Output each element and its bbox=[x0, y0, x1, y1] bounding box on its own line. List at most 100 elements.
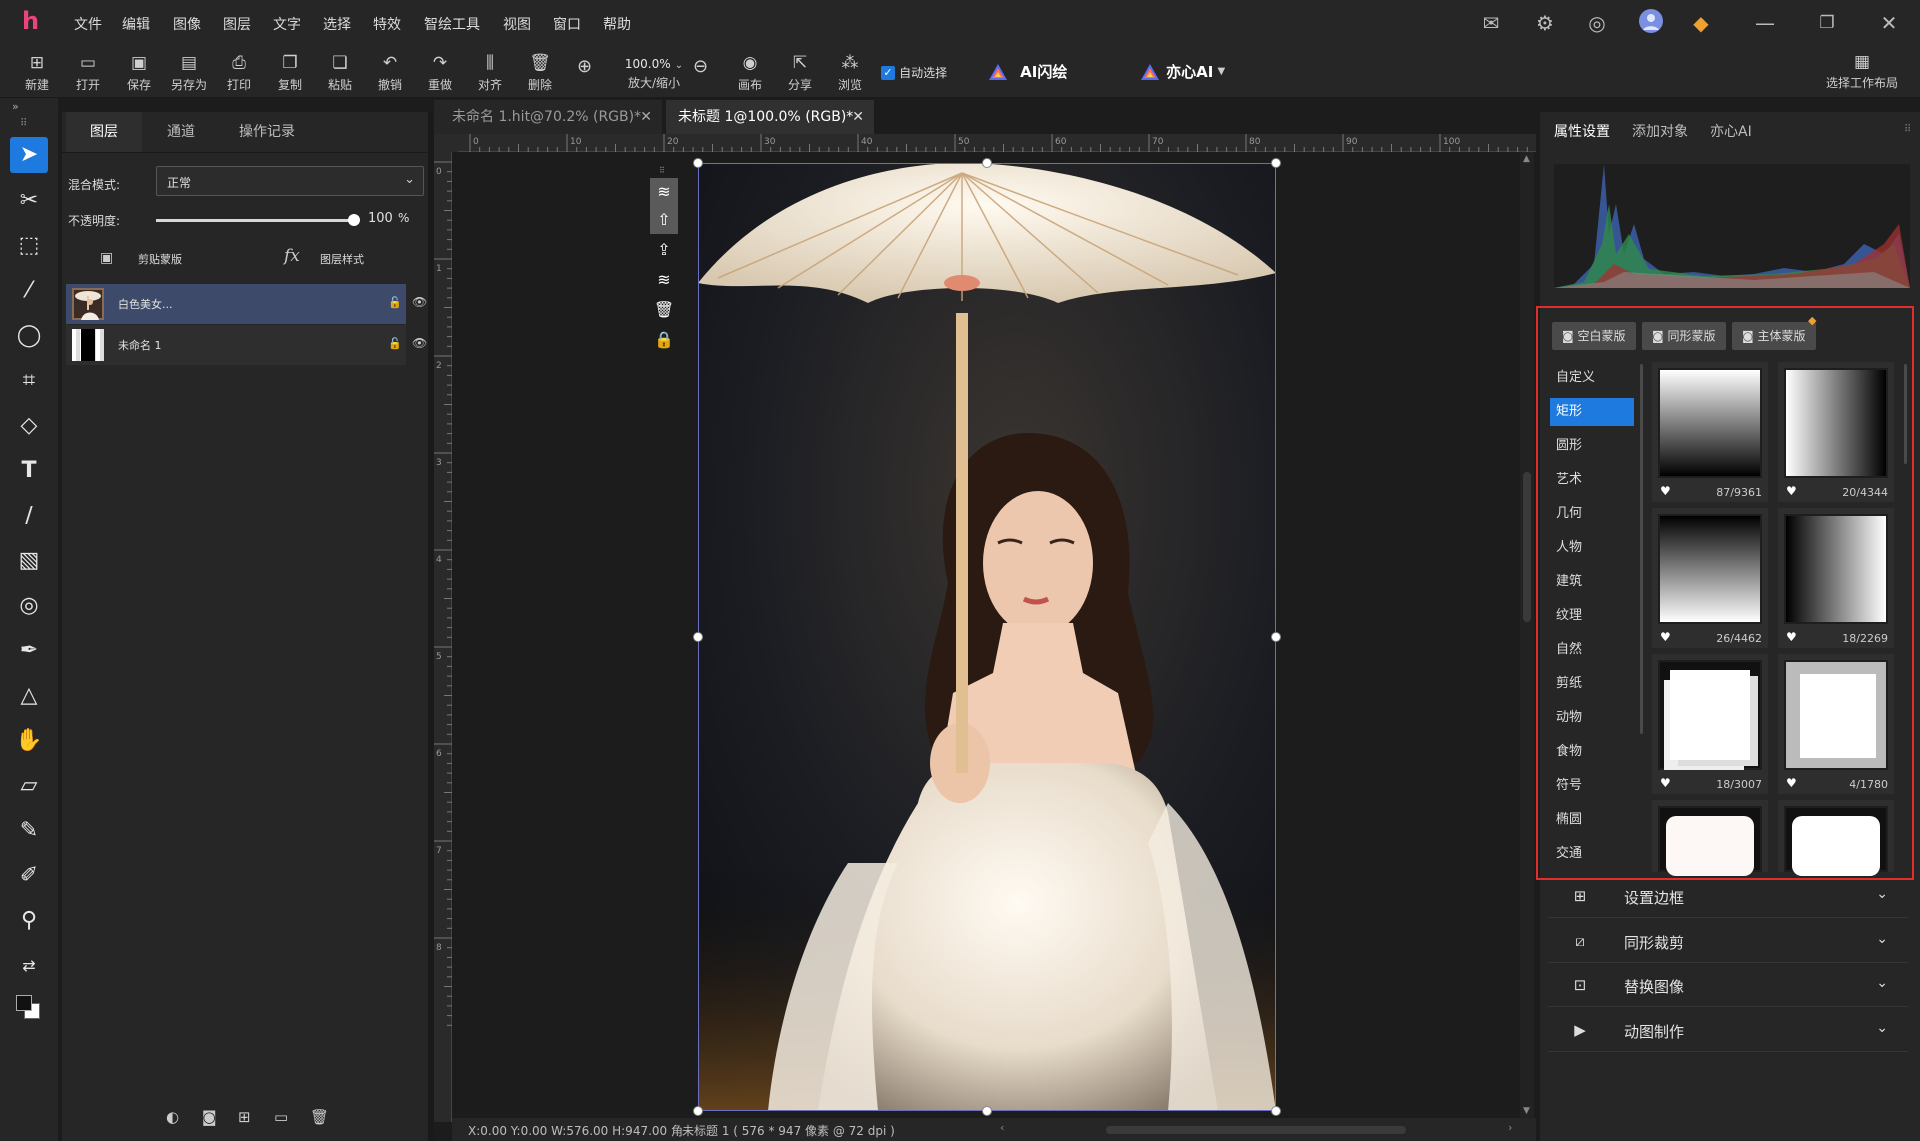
resize-handle[interactable] bbox=[982, 158, 992, 168]
mask-tile[interactable]: ♥ 87/9361 bbox=[1652, 362, 1768, 502]
send-backward-icon[interactable]: ≋ bbox=[650, 266, 678, 294]
tab-add-object[interactable]: 添加对象 bbox=[1632, 112, 1688, 152]
menu-layer[interactable]: 图层 bbox=[223, 14, 251, 34]
eraser-tool[interactable]: ✐ bbox=[10, 858, 48, 894]
clip-mask-icon[interactable]: ▣ bbox=[100, 250, 113, 266]
scroll-down-icon[interactable]: ▼ bbox=[1523, 1106, 1530, 1116]
category-transport[interactable]: 交通 bbox=[1550, 840, 1634, 868]
color-swatch[interactable] bbox=[16, 995, 42, 1021]
bring-forward-icon[interactable]: ⇪ bbox=[650, 236, 678, 264]
category-art[interactable]: 艺术 bbox=[1550, 466, 1634, 494]
restore-icon[interactable]: ❐ bbox=[1814, 10, 1840, 36]
layer-style-label[interactable]: 图层样式 bbox=[320, 251, 364, 267]
resize-handle[interactable] bbox=[1271, 1106, 1281, 1116]
tab-history[interactable]: 操作记录 bbox=[220, 112, 314, 152]
trash-icon[interactable]: 🗑 bbox=[650, 296, 678, 324]
eyedropper-tool[interactable]: ⚲ bbox=[10, 903, 48, 939]
mail-icon[interactable]: ✉ bbox=[1478, 10, 1504, 36]
resize-handle[interactable] bbox=[693, 632, 703, 642]
auto-select-checkbox[interactable]: ✓ 自动选择 bbox=[881, 64, 947, 81]
accordion-animation[interactable]: ▶ 动图制作 ⌄ bbox=[1548, 1008, 1908, 1052]
hand-tool[interactable]: ✋ bbox=[10, 723, 48, 759]
mask-tile[interactable]: ♥ 4/1780 bbox=[1778, 654, 1894, 794]
pattern-tool[interactable]: ▧ bbox=[10, 543, 48, 579]
new-button[interactable]: ⊞ 新建 bbox=[14, 52, 60, 96]
move-tool[interactable]: ➤ bbox=[10, 137, 48, 173]
mask-tile[interactable] bbox=[1652, 800, 1768, 876]
crop-tool[interactable]: ⌗ bbox=[10, 363, 48, 399]
resize-handle[interactable] bbox=[982, 1106, 992, 1116]
lock-icon[interactable]: 🔓 bbox=[388, 337, 402, 350]
copy-button[interactable]: ❐ 复制 bbox=[267, 52, 313, 96]
lock-icon[interactable]: 🔒 bbox=[650, 326, 678, 354]
menu-effects[interactable]: 特效 bbox=[373, 14, 401, 34]
marquee-tool[interactable]: ⬚ bbox=[10, 228, 48, 264]
mask-tile[interactable]: ♥ 26/4462 bbox=[1652, 508, 1768, 648]
menu-help[interactable]: 帮助 bbox=[603, 14, 631, 34]
canvas-button[interactable]: ◉ 画布 bbox=[727, 52, 773, 96]
close-tab-icon[interactable]: ✕ bbox=[852, 100, 864, 134]
category-architecture[interactable]: 建筑 bbox=[1550, 568, 1634, 596]
accordion-border-settings[interactable]: ⊞ 设置边框 ⌄ bbox=[1548, 874, 1908, 918]
delete-layer-icon[interactable]: 🗑 bbox=[310, 1108, 329, 1126]
shape-tool[interactable]: △ bbox=[10, 678, 48, 714]
accordion-replace-image[interactable]: ⊡ 替换图像 ⌄ bbox=[1548, 963, 1908, 1007]
ai-flash-button[interactable]: AI闪绘 bbox=[988, 61, 1067, 82]
align-button[interactable]: ⫼ 对齐 bbox=[467, 52, 513, 96]
heart-icon[interactable]: ♥ bbox=[1660, 484, 1671, 498]
scroll-left-icon[interactable]: ‹ bbox=[1000, 1121, 1004, 1134]
pen-tool[interactable]: ✒ bbox=[10, 633, 48, 669]
category-ellipse[interactable]: 椭圆 bbox=[1550, 806, 1634, 834]
minimize-icon[interactable]: — bbox=[1752, 10, 1778, 36]
tab-yixin-ai[interactable]: 亦心AI bbox=[1710, 112, 1752, 152]
tile-scrollbar[interactable] bbox=[1904, 364, 1907, 464]
layer-stack-icon[interactable]: ≋ bbox=[650, 178, 678, 206]
yixin-ai-button[interactable]: 亦心AI ▼ bbox=[1140, 61, 1225, 82]
mask-tile[interactable]: ♥ 18/2269 bbox=[1778, 508, 1894, 648]
magic-wand-tool[interactable]: ⁄ bbox=[10, 273, 48, 309]
zoom-out-icon[interactable]: ⊖ bbox=[693, 56, 708, 77]
opacity-slider-track[interactable] bbox=[156, 219, 358, 222]
mask-tile[interactable]: ♥ 18/3007 bbox=[1652, 654, 1768, 794]
brush-tool[interactable]: ∕ bbox=[10, 498, 48, 534]
document-tab-active[interactable]: 未标题 1@100.0% (RGB)* ✕ bbox=[666, 100, 874, 134]
subject-mask-button[interactable]: ◙ 主体蒙版 bbox=[1732, 322, 1816, 350]
opacity-slider-handle[interactable] bbox=[348, 214, 360, 226]
document-tab[interactable]: 未命名 1.hit@70.2% (RGB)* ✕ bbox=[434, 100, 662, 134]
print-button[interactable]: ⎙ 打印 bbox=[216, 52, 262, 96]
expand-panel-icon[interactable]: » bbox=[12, 100, 19, 113]
resize-handle[interactable] bbox=[693, 158, 703, 168]
eye-icon[interactable]: 👁 bbox=[412, 336, 427, 350]
share-button[interactable]: ⇱ 分享 bbox=[777, 52, 823, 96]
category-people[interactable]: 人物 bbox=[1550, 534, 1634, 562]
mask-tile[interactable] bbox=[1778, 800, 1894, 876]
new-group-icon[interactable]: ▭ bbox=[274, 1108, 288, 1126]
layer-row[interactable]: 未命名 1 🔓 👁 bbox=[66, 325, 427, 365]
close-tab-icon[interactable]: ✕ bbox=[640, 100, 652, 134]
heart-icon[interactable]: ♥ bbox=[1786, 630, 1797, 644]
menu-image[interactable]: 图像 bbox=[173, 14, 201, 34]
undo-button[interactable]: ↶ 撤销 bbox=[367, 52, 413, 96]
resize-handle[interactable] bbox=[693, 1106, 703, 1116]
heart-icon[interactable]: ♥ bbox=[1786, 776, 1797, 790]
category-texture[interactable]: 纹理 bbox=[1550, 602, 1634, 630]
scroll-up-icon[interactable]: ▲ bbox=[1523, 154, 1530, 164]
category-papercut[interactable]: 剪纸 bbox=[1550, 670, 1634, 698]
category-symbols[interactable]: 符号 bbox=[1550, 772, 1634, 800]
tab-layers[interactable]: 图层 bbox=[66, 112, 142, 152]
adjustment-layer-icon[interactable]: ◐ bbox=[166, 1108, 179, 1126]
menu-file[interactable]: 文件 bbox=[74, 14, 102, 34]
layer-row[interactable]: 白色美女... 🔓 👁 bbox=[66, 284, 427, 324]
lock-icon[interactable]: 🔓 bbox=[388, 296, 402, 309]
swap-colors-tool[interactable]: ⇄ bbox=[10, 948, 48, 984]
fx-icon[interactable]: fx bbox=[284, 246, 300, 266]
zoom-control[interactable]: 100.0% ⌄ 放大/缩小 bbox=[612, 57, 696, 91]
menu-view[interactable]: 视图 bbox=[503, 14, 531, 34]
lasso-tool[interactable]: ◯ bbox=[10, 318, 48, 354]
category-nature[interactable]: 自然 bbox=[1550, 636, 1634, 664]
resize-handle[interactable] bbox=[1271, 632, 1281, 642]
category-animals[interactable]: 动物 bbox=[1550, 704, 1634, 732]
heart-icon[interactable]: ♥ bbox=[1660, 630, 1671, 644]
category-food[interactable]: 食物 bbox=[1550, 738, 1634, 766]
add-mask-icon[interactable]: ◙ bbox=[202, 1108, 217, 1126]
